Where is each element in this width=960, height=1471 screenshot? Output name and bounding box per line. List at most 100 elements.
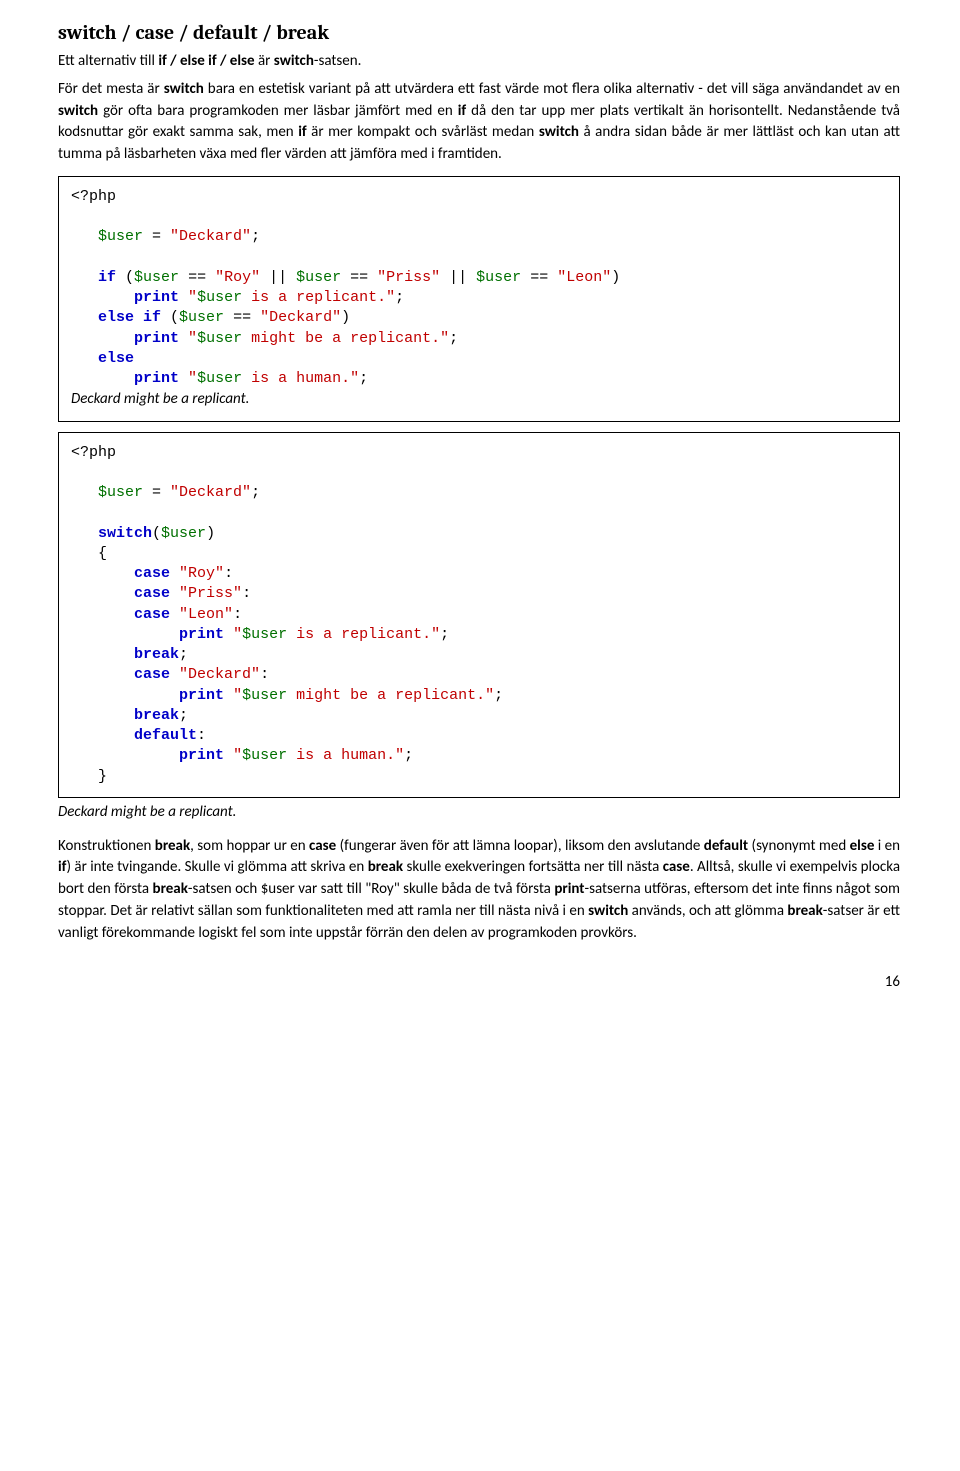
code-output: Deckard might be a replicant. xyxy=(71,390,249,408)
code-semi: ; xyxy=(395,289,404,306)
code-op: = xyxy=(143,484,170,501)
text: skulle exekveringen fortsätta ner till n… xyxy=(403,858,663,876)
code-keyword-case: case xyxy=(134,565,170,582)
code-keyword-case: case xyxy=(134,606,170,623)
code-string: " xyxy=(188,289,197,306)
code-string: might be a replicant." xyxy=(287,687,494,704)
code-colon: : xyxy=(260,666,269,683)
bold: switch xyxy=(274,52,314,70)
bold: switch xyxy=(164,80,204,98)
code-keyword-print: print xyxy=(134,370,179,387)
code-op: == xyxy=(521,269,557,286)
body-paragraph-2: Konstruktionen break, som hoppar ur en c… xyxy=(58,836,900,945)
code-keyword-if: if xyxy=(98,269,116,286)
code-paren: ( xyxy=(161,309,179,326)
code-keyword-elseif: else if xyxy=(98,309,161,326)
code-string: "Deckard" xyxy=(170,228,251,245)
code-var: $user xyxy=(134,269,179,286)
sp xyxy=(179,289,188,306)
body-paragraph-1: För det mesta är switch bara en estetisk… xyxy=(58,79,900,166)
code-string: " xyxy=(233,687,242,704)
code-var: $user xyxy=(242,747,287,764)
code-string: is a replicant." xyxy=(287,626,440,643)
text: (synonymt med xyxy=(748,837,850,855)
code-semi: ; xyxy=(404,747,413,764)
code-op: == xyxy=(179,269,215,286)
code-semi: ; xyxy=(251,228,260,245)
bold: break xyxy=(153,880,188,898)
code-string: might be a replicant." xyxy=(242,330,449,347)
code-var: $user xyxy=(197,330,242,347)
text: (fungerar även för att lämna loopar), li… xyxy=(336,837,704,855)
code-paren: ( xyxy=(116,269,134,286)
code-keyword-print: print xyxy=(179,626,224,643)
code-colon: : xyxy=(197,727,206,744)
code-paren: ) xyxy=(611,269,620,286)
code-var: $user xyxy=(197,289,242,306)
text: -satsen. xyxy=(314,52,362,70)
code-block-switch: <?php $user = "Deckard"; switch($user) {… xyxy=(58,432,900,798)
code-block-if: <?php $user = "Deckard"; if ($user == "R… xyxy=(58,176,900,422)
code-var: $user xyxy=(98,228,143,245)
code-semi: ; xyxy=(251,484,260,501)
code-keyword-break: break xyxy=(134,707,179,724)
code-string: is a human." xyxy=(242,370,359,387)
code-paren: ( xyxy=(152,525,161,542)
code-brace: { xyxy=(98,545,107,562)
sp xyxy=(170,565,179,582)
code-keyword-print: print xyxy=(134,330,179,347)
code-string: " xyxy=(188,330,197,347)
bold: print xyxy=(554,880,584,898)
bold: switch xyxy=(58,102,98,120)
code-var: $user xyxy=(161,525,206,542)
code-semi: ; xyxy=(449,330,458,347)
code-string: "Roy" xyxy=(215,269,260,286)
code-string: "Priss" xyxy=(377,269,440,286)
code-op-or: || xyxy=(440,269,476,286)
code-keyword-break: break xyxy=(134,646,179,663)
sp xyxy=(179,370,188,387)
section-heading: switch / case / default / break xyxy=(58,18,900,47)
code-var: $user xyxy=(296,269,341,286)
code-keyword-default: default xyxy=(134,727,197,744)
bold: break xyxy=(787,902,822,920)
sp xyxy=(224,687,233,704)
code-keyword-case: case xyxy=(134,585,170,602)
code-string: is a human." xyxy=(287,747,404,764)
bold: break xyxy=(155,837,190,855)
text: är xyxy=(255,52,274,70)
sp xyxy=(170,606,179,623)
code-string: " xyxy=(188,370,197,387)
code-keyword-print: print xyxy=(179,747,224,764)
code-var: $user xyxy=(242,626,287,643)
sp xyxy=(224,747,233,764)
intro-paragraph: Ett alternativ till if / else if / else … xyxy=(58,51,900,73)
text: i en xyxy=(874,837,900,855)
text: , som hoppar ur en xyxy=(190,837,309,855)
bold: else xyxy=(850,837,875,855)
code-string: "Deckard" xyxy=(170,484,251,501)
code-semi: ; xyxy=(359,370,368,387)
code-var: $user xyxy=(242,687,287,704)
code-keyword-print: print xyxy=(134,289,179,306)
bold: case xyxy=(663,858,690,876)
text: bara en estetisk variant på att utvärder… xyxy=(204,80,900,98)
bold: switch xyxy=(539,123,579,141)
text: För det mesta är xyxy=(58,80,164,98)
code-var: $user xyxy=(179,309,224,326)
code-output-2: Deckard might be a replicant. xyxy=(58,802,900,824)
bold: break xyxy=(368,858,403,876)
bold: default xyxy=(704,837,748,855)
code-semi: ; xyxy=(179,646,188,663)
php-open: <?php xyxy=(71,444,116,461)
code-string: " xyxy=(233,747,242,764)
code-op-or: || xyxy=(260,269,296,286)
sp xyxy=(224,626,233,643)
sp xyxy=(179,330,188,347)
code-string: is a replicant." xyxy=(242,289,395,306)
code-string: " xyxy=(233,626,242,643)
code-op: == xyxy=(224,309,260,326)
php-open: <?php xyxy=(71,188,116,205)
code-string: "Priss" xyxy=(179,585,242,602)
code-string: "Deckard" xyxy=(179,666,260,683)
